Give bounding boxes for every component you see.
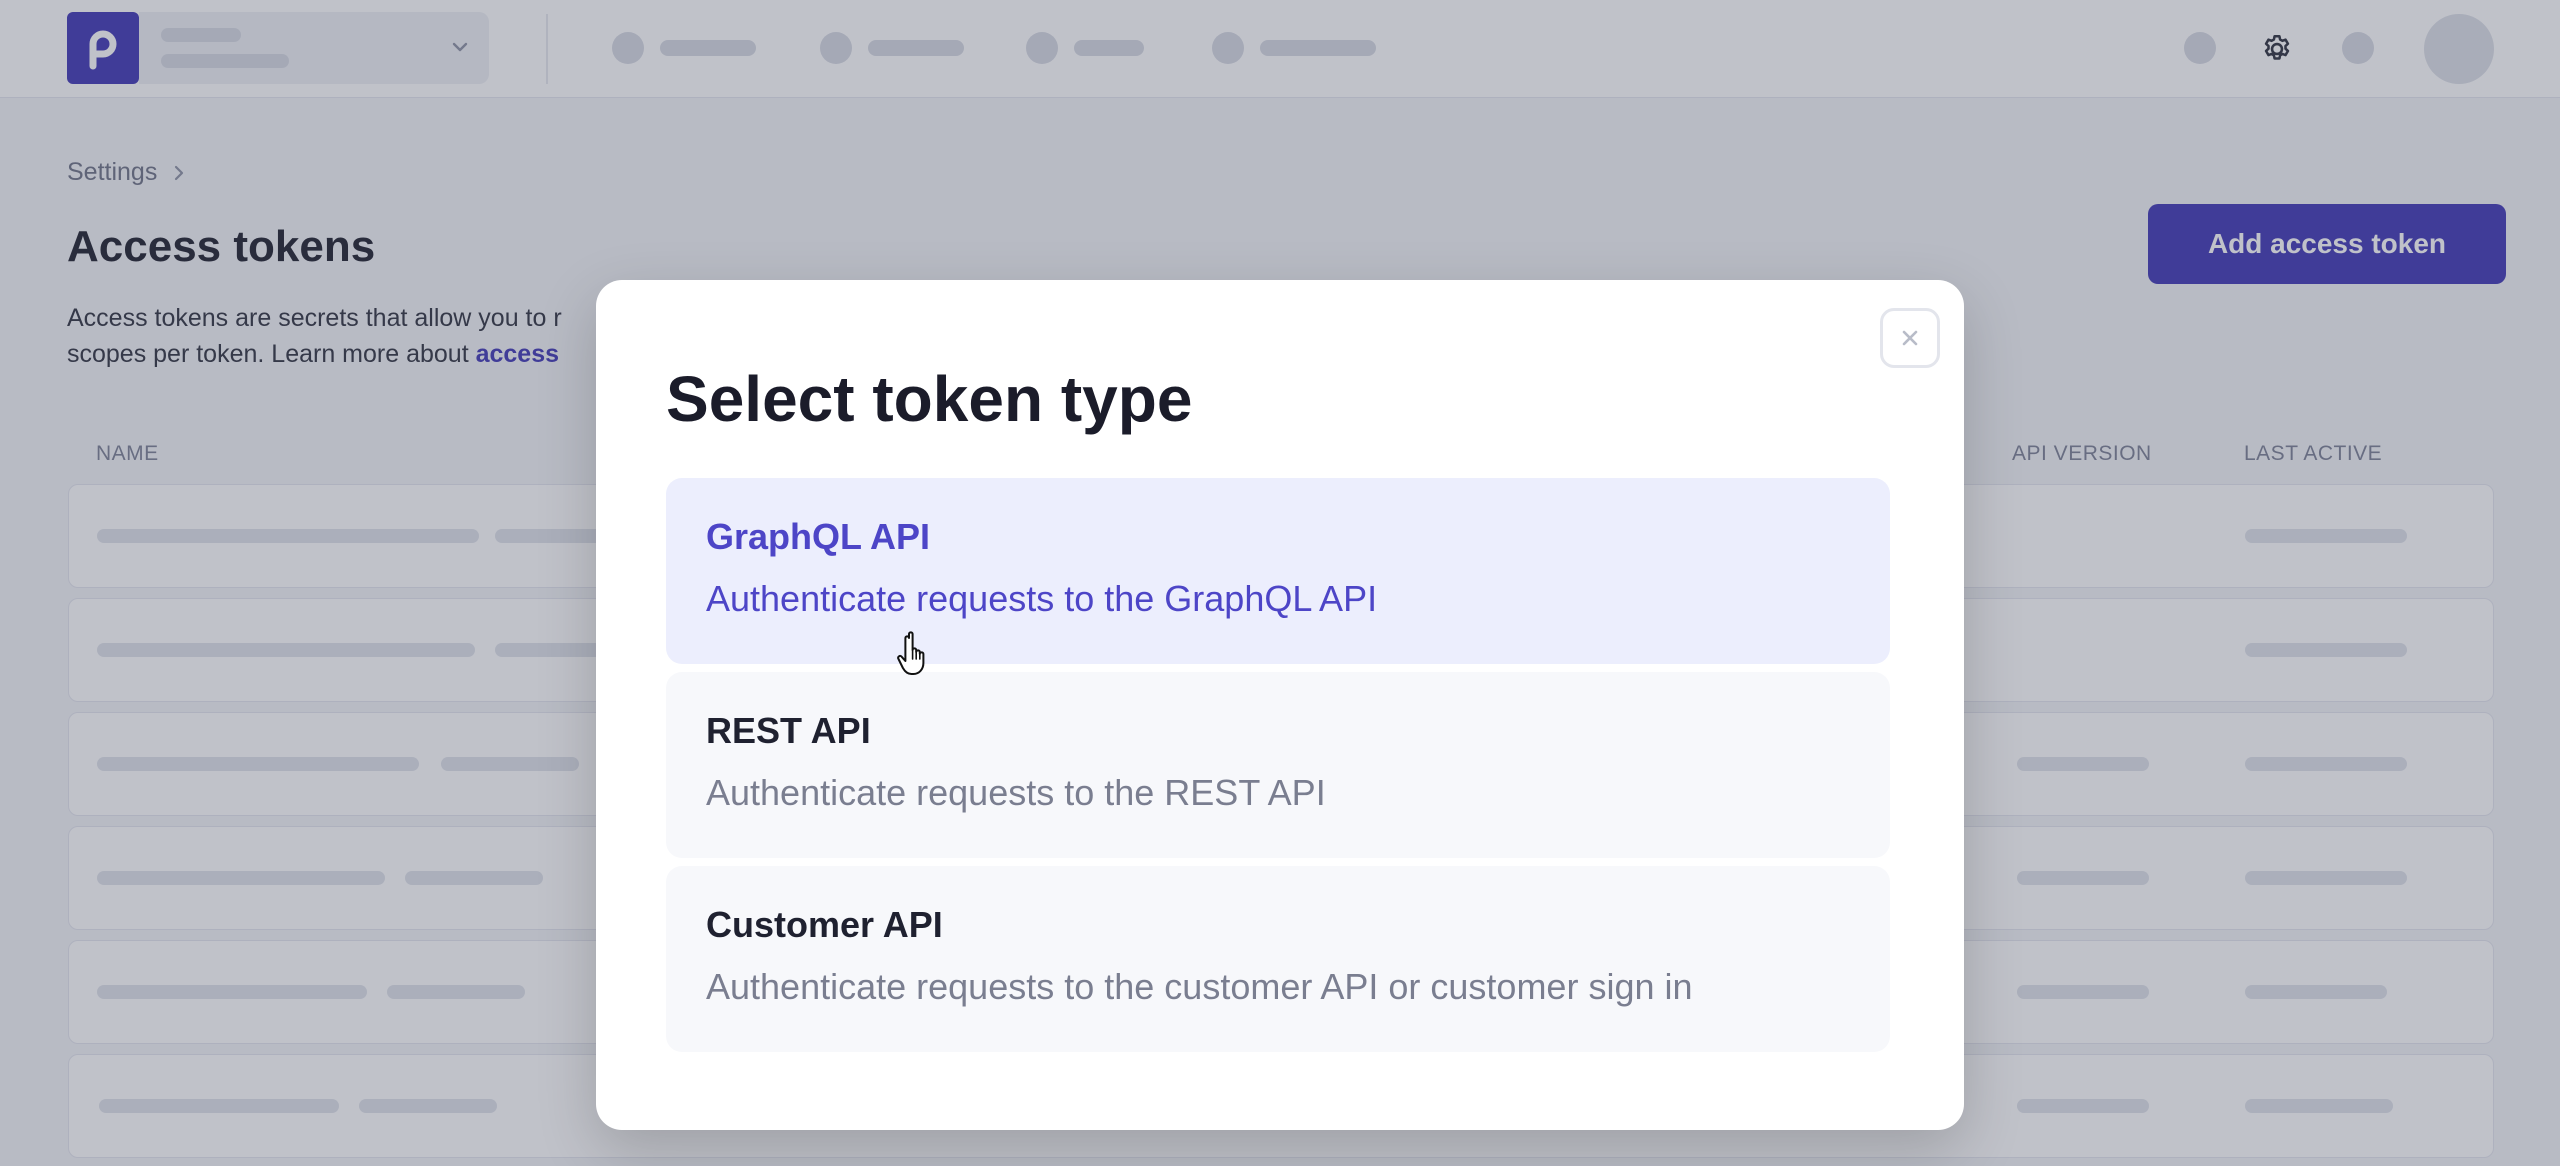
token-type-option-rest[interactable]: REST API Authenticate requests to the RE… — [666, 672, 1890, 858]
select-token-type-dialog: Select token type GraphQL API Authentica… — [596, 280, 1964, 1130]
close-button[interactable] — [1880, 308, 1940, 368]
option-description: Authenticate requests to the customer AP… — [706, 966, 1693, 1007]
option-description: Authenticate requests to the GraphQL API — [706, 578, 1378, 619]
hand-cursor-icon — [897, 631, 925, 675]
token-type-option-customer[interactable]: Customer API Authenticate requests to th… — [666, 866, 1890, 1052]
option-title: Customer API — [706, 904, 943, 945]
dialog-title: Select token type — [666, 363, 1193, 435]
option-description: Authenticate requests to the REST API — [706, 772, 1326, 813]
option-title: REST API — [706, 710, 871, 751]
close-icon — [1902, 330, 1918, 346]
token-type-option-graphql[interactable]: GraphQL API Authenticate requests to the… — [666, 478, 1890, 664]
option-title: GraphQL API — [706, 516, 931, 557]
